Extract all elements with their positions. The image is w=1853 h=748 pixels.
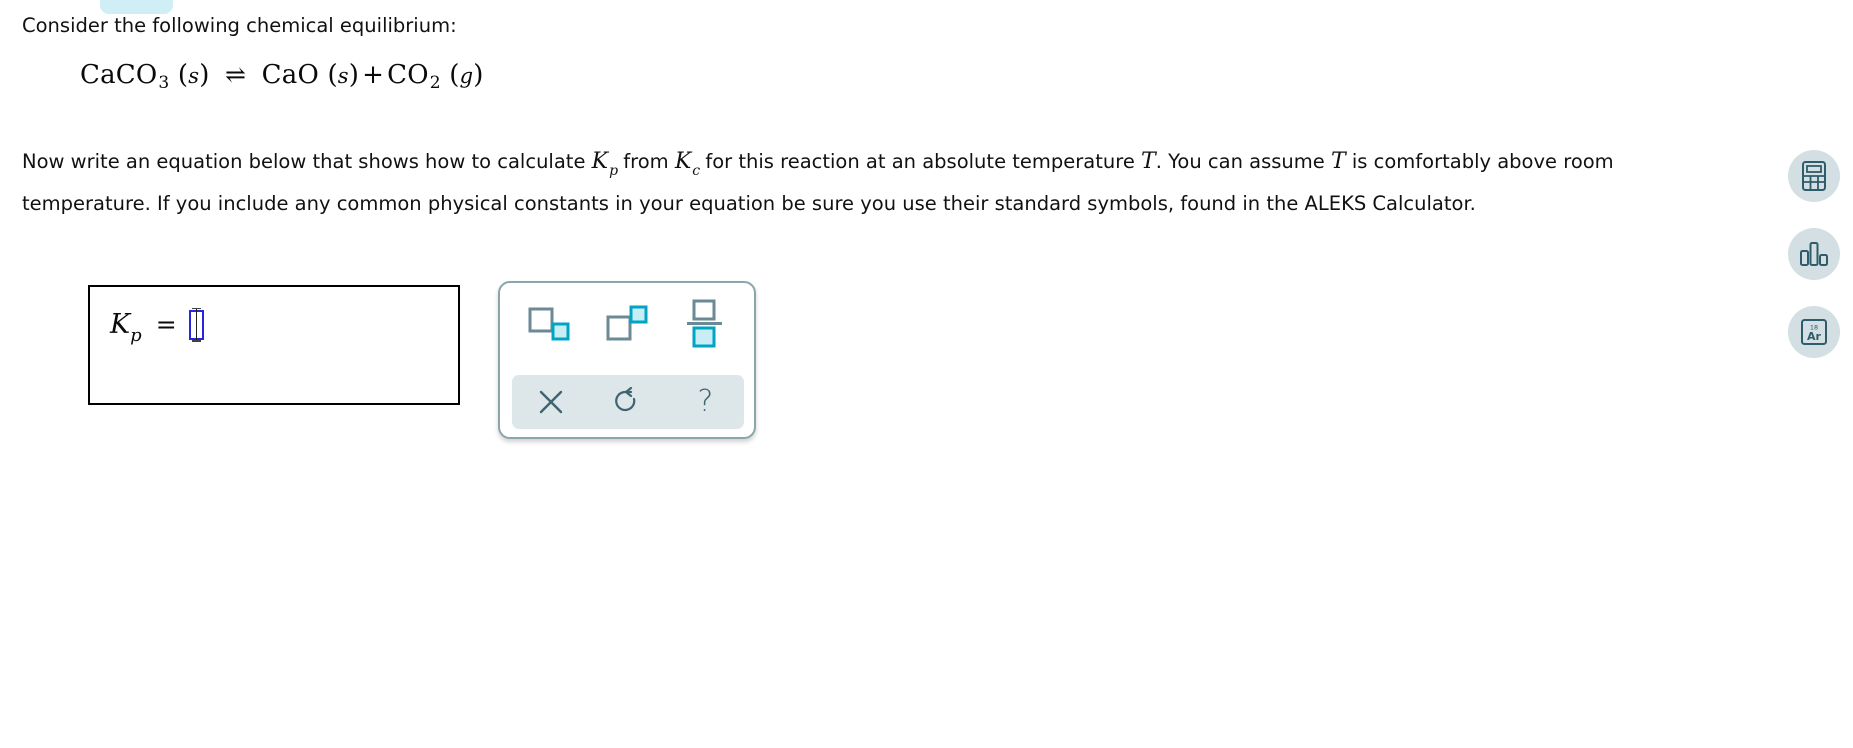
answer-kp-symbol: Kp [110, 309, 142, 346]
kp-symbol: Kp [591, 149, 618, 179]
top-tab-indicator [100, 0, 173, 14]
equation-product1: CaO [261, 60, 319, 90]
equation-product1-state-close: ) [348, 60, 360, 90]
superscript-icon [606, 305, 648, 341]
equation-reactant-state-open: ( [177, 60, 189, 90]
slot-bottom-tick [191, 340, 201, 342]
calculator-icon [1802, 161, 1826, 191]
equation-product2: CO [387, 60, 429, 90]
subscript-icon [528, 307, 570, 341]
tool-rail: 18 Ar [1786, 150, 1842, 358]
superscript-button[interactable] [596, 294, 658, 356]
answer-expression[interactable]: Kp = [110, 307, 204, 346]
chemical-equation: CaCO3 (s) ⇌ CaO (s) + CO2 (g) [80, 60, 484, 93]
kc-subscript: c [692, 163, 701, 179]
equation-product1-state: s [337, 64, 349, 88]
math-palette-actions: ? [512, 375, 744, 429]
equation-reactant-subscript: 3 [158, 73, 170, 93]
prompt-intro-text: Consider the following chemical equilibr… [22, 14, 457, 37]
svg-text:Ar: Ar [1807, 330, 1822, 343]
bar-chart-icon [1800, 242, 1828, 266]
help-button[interactable]: ? [679, 380, 731, 424]
equation-reactant-state-close: ) [199, 60, 210, 90]
equilibrium-arrow-icon: ⇌ [225, 60, 247, 89]
equation-product2-state-close: ) [473, 60, 484, 90]
text-caret [195, 308, 198, 341]
answer-equals-sign: = [155, 310, 177, 339]
body-part-4: . You can assume [1155, 150, 1331, 173]
equation-product1-state-open: ( [327, 60, 338, 90]
equation-product2-state: g [459, 64, 474, 88]
math-input-slot[interactable] [188, 307, 204, 342]
clear-button[interactable] [525, 380, 577, 424]
equation-plus-sign: + [362, 60, 385, 90]
math-palette-symbols [500, 283, 754, 367]
answer-kp-subscript: p [130, 325, 142, 346]
kc-symbol: Kc [674, 149, 700, 179]
question-mark-icon: ? [697, 384, 714, 419]
subscript-button[interactable] [518, 294, 580, 356]
close-icon [539, 390, 562, 414]
temperature-symbol-2: T [1330, 149, 1346, 174]
equation-product2-state-open: ( [449, 60, 460, 90]
temperature-symbol-1: T [1141, 149, 1156, 174]
periodic-table-icon: 18 Ar [1801, 319, 1827, 345]
equation-reactant-state: s [188, 64, 200, 88]
body-part-3: for this reaction at an absolute tempera… [699, 150, 1142, 173]
data-chart-button[interactable] [1788, 228, 1840, 280]
body-part-2: from [617, 150, 675, 173]
kc-letter: K [674, 149, 692, 174]
fraction-button[interactable] [674, 294, 736, 356]
kp-subscript: p [609, 163, 619, 179]
undo-icon [615, 387, 636, 412]
periodic-table-button[interactable]: 18 Ar [1788, 306, 1840, 358]
undo-button[interactable] [602, 380, 654, 424]
answer-kp-letter: K [110, 309, 131, 340]
answer-input-box[interactable]: Kp = [88, 285, 460, 405]
body-part-1: Now write an equation below that shows h… [22, 150, 592, 173]
equation-product2-subscript: 2 [429, 73, 441, 93]
equation-reactant: CaCO [80, 60, 158, 90]
prompt-body-text: Now write an equation below that shows h… [22, 142, 1722, 224]
calculator-button[interactable] [1788, 150, 1840, 202]
fraction-icon [687, 299, 722, 348]
math-palette-panel[interactable]: ? [498, 281, 756, 439]
kp-letter: K [591, 149, 609, 174]
